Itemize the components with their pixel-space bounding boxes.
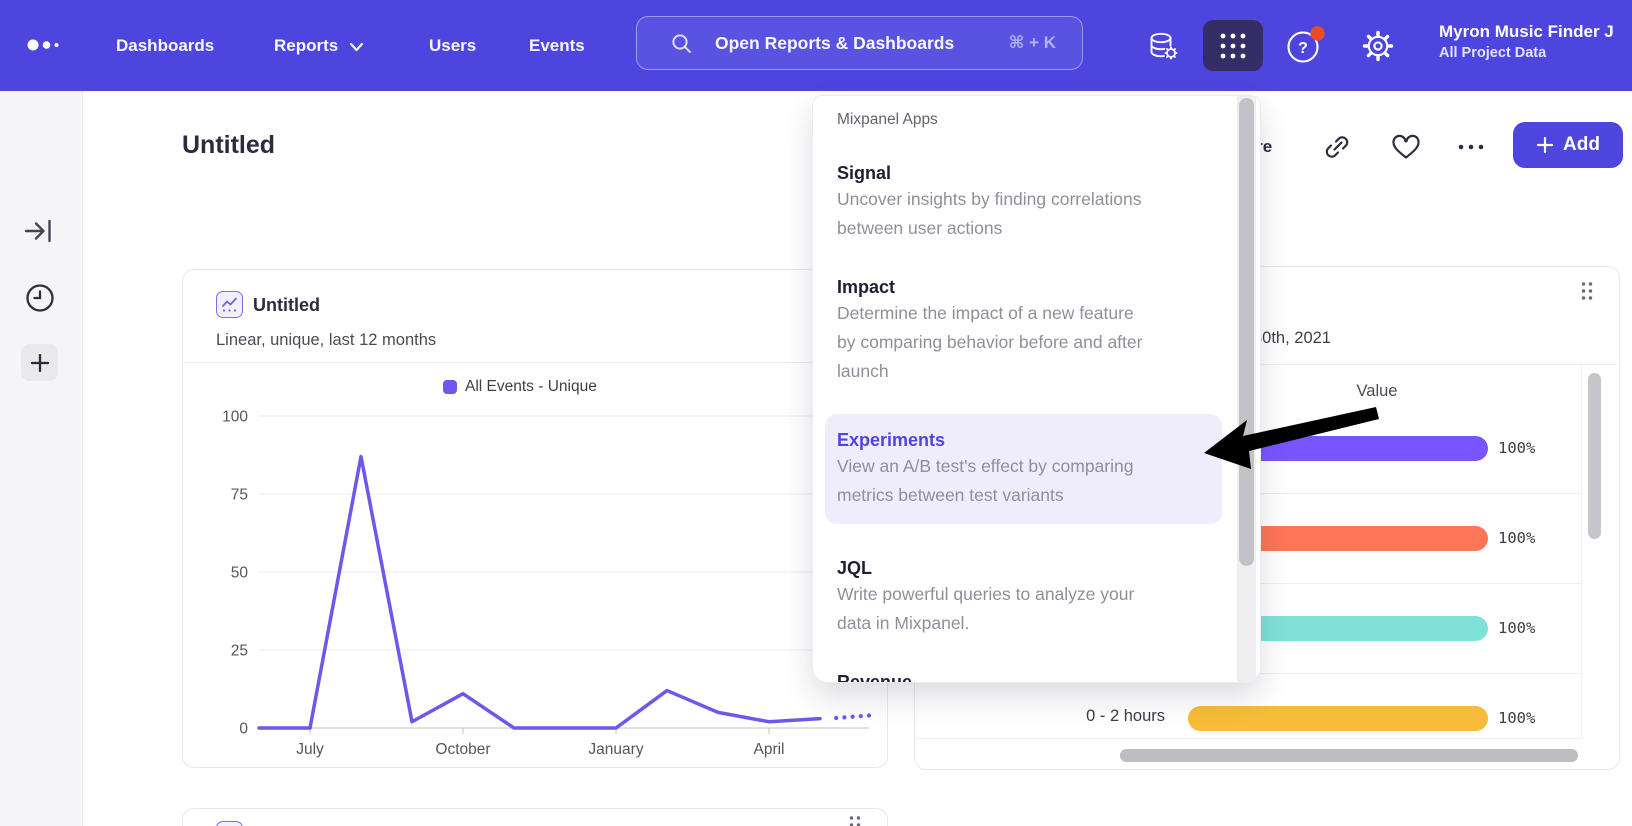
dropdown-item-description: Write powerful queries to analyze your <box>837 580 1210 609</box>
user-project-switcher[interactable]: Myron Music Finder J All Project Data <box>1439 22 1614 61</box>
clock-icon <box>25 283 55 313</box>
nav-users-label: Users <box>429 36 476 56</box>
page-title: Untitled <box>182 131 275 160</box>
dropdown-item-title: Experiments <box>837 428 1210 452</box>
line-chart: 100 75 50 25 0 July October January April <box>183 270 889 769</box>
nav-events-label: Events <box>529 36 585 56</box>
chart-card-untitled-2: Untitled <box>182 808 888 826</box>
add-board-button[interactable] <box>21 344 58 381</box>
chevron-down-icon <box>349 42 364 52</box>
add-button-label: Add <box>1563 134 1600 156</box>
global-search-input[interactable]: Open Reports & Dashboards ⌘ + K <box>636 16 1083 70</box>
nav-reports-label: Reports <box>274 36 338 56</box>
nav-reports[interactable]: Reports <box>274 0 364 91</box>
table-border <box>916 738 1581 739</box>
search-shortcut: ⌘ + K <box>1009 33 1056 53</box>
search-icon <box>671 33 692 54</box>
chart-card-untitled: Untitled Linear, unique, last 12 months … <box>182 269 888 768</box>
svg-text:January: January <box>588 741 643 758</box>
favorite-heart-icon[interactable] <box>1390 132 1422 162</box>
drag-handle-icon[interactable] <box>847 815 863 826</box>
svg-text:25: 25 <box>231 643 248 660</box>
dropdown-item-title: Signal <box>837 161 1210 185</box>
search-placeholder: Open Reports & Dashboards <box>715 33 954 54</box>
dropdown-item-title: Impact <box>837 275 1210 299</box>
help-button[interactable]: ? <box>1284 0 1326 91</box>
add-button[interactable]: Add <box>1513 122 1623 168</box>
dropdown-item-description: data in Mixpanel. <box>837 609 1210 638</box>
dropdown-header: Mixpanel Apps <box>837 111 1210 129</box>
plus-icon <box>1536 136 1554 154</box>
user-name: Myron Music Finder J <box>1439 22 1614 42</box>
dropdown-item-description: Determine the impact of a new feature <box>837 299 1210 328</box>
svg-text:75: 75 <box>231 487 248 504</box>
insights-report-icon[interactable] <box>216 821 243 826</box>
value-percentage: 100% <box>1498 529 1578 547</box>
settings-gear-icon[interactable] <box>1358 0 1398 91</box>
mixpanel-apps-dropdown: Mixpanel Apps SignalUncover insights by … <box>812 95 1261 683</box>
dropdown-item-description: by comparing behavior before and after <box>837 328 1210 357</box>
nav-users[interactable]: Users <box>429 0 476 91</box>
dropdown-scrollbar-thumb[interactable] <box>1239 98 1254 566</box>
value-percentage: 100% <box>1498 439 1578 457</box>
dropdown-item-title: JQL <box>837 556 1210 580</box>
svg-text:October: October <box>435 741 490 758</box>
drag-handle-icon[interactable] <box>1579 281 1595 301</box>
svg-text:100: 100 <box>222 409 248 426</box>
svg-text:0: 0 <box>239 721 248 738</box>
horizontal-scrollbar[interactable] <box>1120 749 1578 762</box>
value-bar[interactable] <box>1188 706 1488 731</box>
dropdown-item-signal[interactable]: SignalUncover insights by finding correl… <box>837 161 1210 243</box>
value-percentage: 100% <box>1498 709 1578 727</box>
expand-sidebar-button[interactable] <box>22 216 56 246</box>
dropdown-item-description: launch <box>837 357 1210 386</box>
dropdown-item-experiments[interactable]: ExperimentsView an A/B test's effect by … <box>825 414 1222 524</box>
apps-grid-button[interactable] <box>1203 20 1263 71</box>
svg-text:July: July <box>296 741 324 758</box>
value-percentage: 100% <box>1498 619 1578 637</box>
dropdown-item-revenue[interactable]: Revenue <box>837 670 1210 683</box>
svg-text:?: ? <box>1298 40 1308 57</box>
recent-items-button[interactable] <box>24 282 56 314</box>
plus-icon <box>29 352 51 374</box>
dropdown-item-description: Uncover insights by finding correlations <box>837 185 1210 214</box>
nav-dashboards[interactable]: Dashboards <box>116 0 214 91</box>
vertical-scrollbar[interactable] <box>1588 373 1601 539</box>
copy-link-icon[interactable] <box>1322 132 1352 162</box>
left-sidebar <box>0 91 83 826</box>
value-column-header[interactable]: Value <box>1311 382 1443 401</box>
dropdown-item-description: View an A/B test's effect by comparing <box>837 452 1210 481</box>
expand-sidebar-icon <box>24 218 54 244</box>
mixpanel-logo[interactable] <box>24 33 64 57</box>
dropdown-item-description: metrics between test variants <box>837 481 1210 510</box>
project-name: All Project Data <box>1439 45 1614 61</box>
dropdown-item-title: Revenue <box>837 670 1210 683</box>
row-label: 0 - 2 hours <box>1015 707 1165 726</box>
svg-text:50: 50 <box>231 565 249 582</box>
data-management-icon[interactable] <box>1140 0 1186 91</box>
more-options-icon[interactable] <box>1454 142 1488 152</box>
dropdown-item-impact[interactable]: ImpactDetermine the impact of a new feat… <box>837 275 1210 386</box>
notification-dot <box>1310 26 1324 40</box>
svg-text:April: April <box>753 741 784 758</box>
top-navigation-bar: Dashboards Reports Users Events Open Rep… <box>0 0 1632 91</box>
apps-grid-icon <box>1219 32 1247 60</box>
nav-dashboards-label: Dashboards <box>116 36 214 56</box>
dropdown-item-description: between user actions <box>837 214 1210 243</box>
dropdown-item-jql[interactable]: JQLWrite powerful queries to analyze you… <box>837 556 1210 638</box>
table-border <box>1581 364 1582 738</box>
nav-events[interactable]: Events <box>529 0 585 91</box>
date-range-label: 30th, 2021 <box>1253 329 1331 348</box>
